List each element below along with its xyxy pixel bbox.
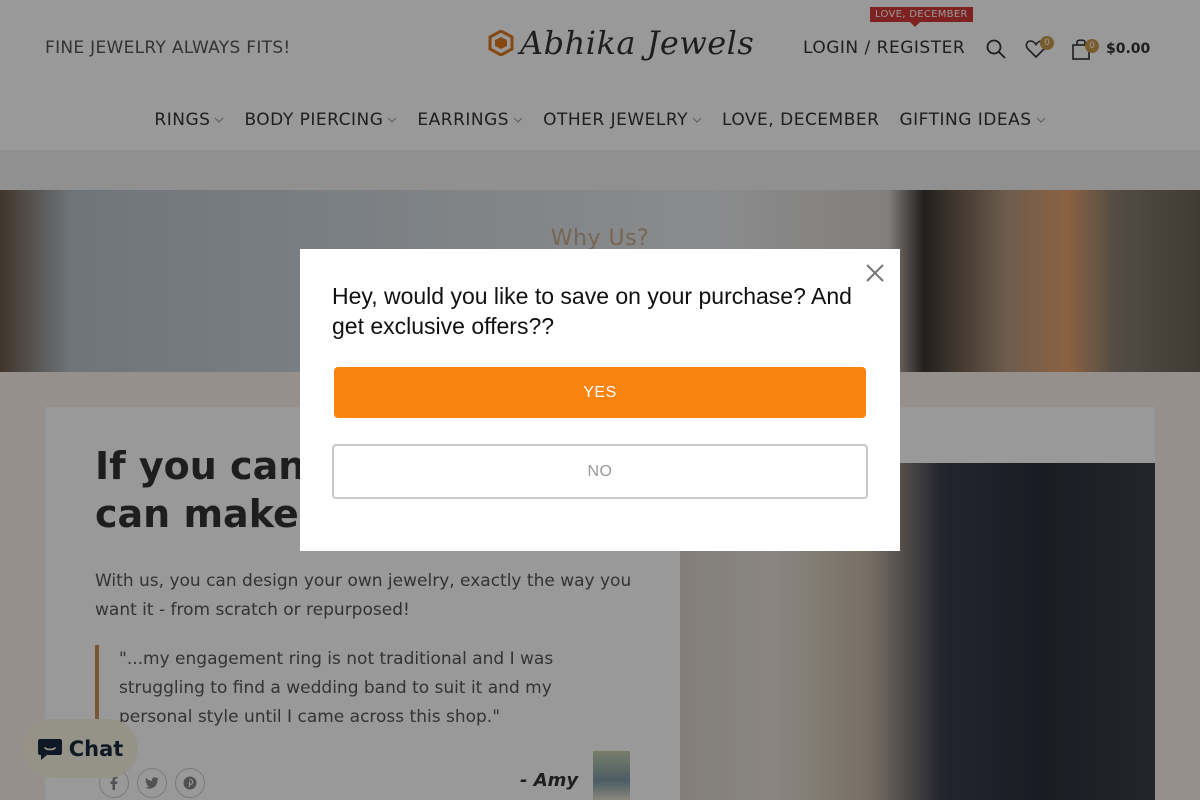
yes-button[interactable]: YES	[334, 367, 866, 418]
no-button[interactable]: NO	[332, 444, 868, 499]
close-icon	[866, 264, 884, 282]
popup-message: Hey, would you like to save on your purc…	[332, 283, 852, 339]
close-button[interactable]	[864, 262, 886, 284]
